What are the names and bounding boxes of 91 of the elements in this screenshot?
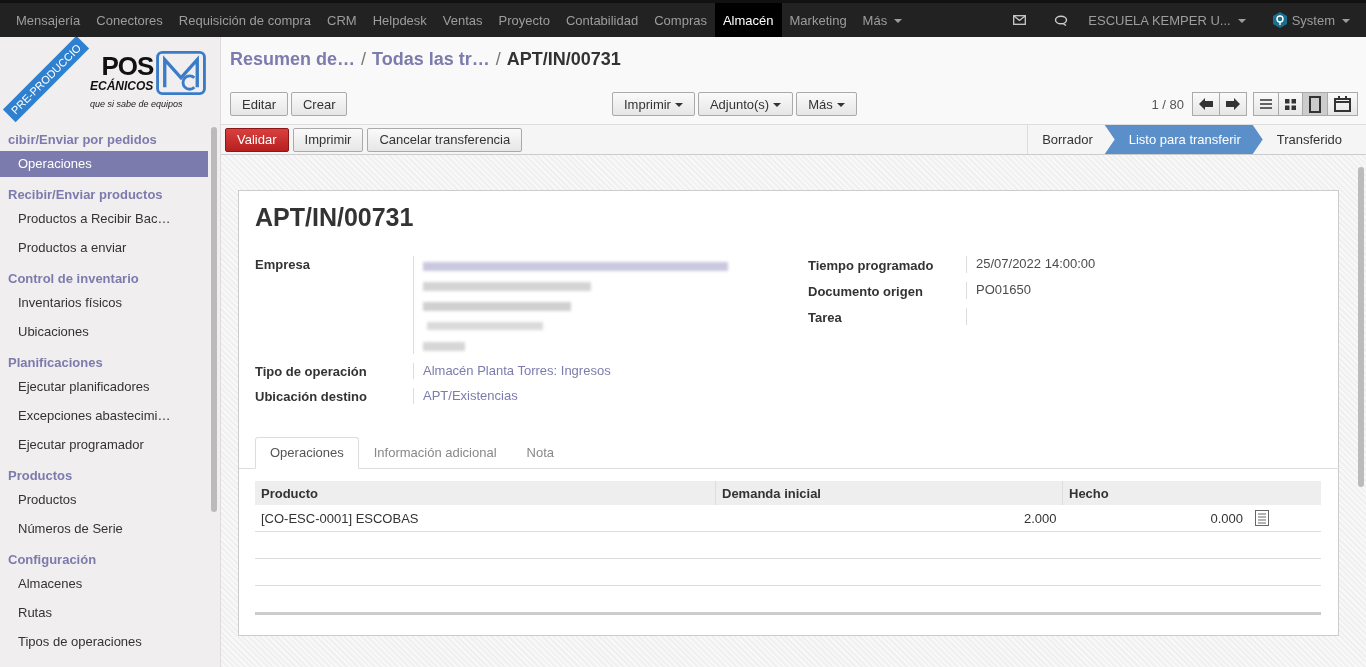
app-menu-item[interactable]: Proyecto — [490, 3, 558, 37]
app-menu-item[interactable]: Almacén — [714, 3, 782, 37]
list-view-button[interactable] — [1253, 92, 1279, 116]
logo-text: POS — [101, 53, 154, 79]
calendar-icon — [1334, 96, 1351, 112]
list-icon — [1260, 99, 1272, 109]
caret-icon — [894, 19, 903, 23]
company-switcher[interactable]: ESCUELA KEMPER U... — [1082, 3, 1252, 37]
previous-button[interactable] — [1192, 92, 1220, 116]
sidebar-item[interactable]: Ejecutar programador — [0, 432, 208, 458]
pager-counter: 1 / 80 — [1151, 96, 1184, 112]
user-menu[interactable]: System — [1291, 3, 1356, 37]
app-menu-item[interactable]: CRM — [319, 3, 365, 37]
breadcrumb-separator: / — [361, 48, 367, 70]
notebook-tab[interactable]: Operaciones — [255, 437, 359, 469]
action-button[interactable]: Crear — [290, 92, 348, 116]
field-label: Tiempo programado — [808, 256, 935, 273]
field-label: Tipo de operación — [255, 363, 368, 379]
page-icon — [1309, 95, 1321, 113]
column-header[interactable]: Hecho — [1062, 481, 1249, 505]
scrollbar[interactable] — [1358, 167, 1364, 487]
next-button[interactable] — [1220, 92, 1247, 116]
app-menu-item[interactable]: Marketing — [781, 3, 855, 37]
logo-text: ECÁNICOS — [90, 79, 154, 93]
notebook-tab[interactable]: Información adicional — [358, 437, 512, 469]
form-view-button[interactable] — [1303, 92, 1328, 116]
app-menu-item[interactable]: Contabilidad — [557, 3, 647, 37]
table-cell: [CO-ESC-0001] ESCOBAS — [255, 505, 716, 532]
app-menu-item[interactable]: Requisición de compra — [170, 3, 320, 37]
column-header[interactable]: Demanda inicial — [715, 481, 1063, 505]
app-menu-item[interactable]: Helpdesk — [364, 3, 435, 37]
sidebar-item[interactable]: Inventarios físicos — [0, 290, 208, 316]
header-button[interactable]: Imprimir — [292, 127, 364, 152]
sidebar-item[interactable]: Productos a Recibir Bac… — [0, 206, 208, 232]
app-menu-item[interactable]: Más — [854, 3, 911, 37]
sidebar-item[interactable]: Operaciones — [0, 151, 208, 177]
logo-mark-icon — [156, 51, 207, 95]
dropdown-button[interactable]: Imprimir — [612, 92, 695, 116]
dropdown-button[interactable]: Más — [796, 92, 857, 116]
dropdown-button[interactable]: Adjunto(s) — [697, 92, 794, 116]
sidebar-item[interactable]: Ubicaciones — [0, 319, 208, 345]
user-avatar-icon — [1271, 12, 1288, 28]
field-value: PO01650 — [976, 282, 1031, 297]
app-menu-item[interactable]: Conectores — [88, 3, 171, 37]
breadcrumb-current: APT/IN/00731 — [506, 48, 621, 70]
menu-section-heading[interactable]: Productos — [0, 461, 220, 487]
field-link[interactable]: APT/Existencias — [423, 388, 518, 403]
action-button[interactable]: Editar — [230, 92, 288, 116]
sidebar-item[interactable]: Ejecutar planificadores — [0, 374, 208, 400]
sidebar-item[interactable]: Excepciones abastecimi… — [0, 403, 208, 429]
menu-section-heading[interactable]: Configuración — [0, 545, 220, 571]
app-menu-item[interactable]: Compras — [646, 3, 715, 37]
arrow-right-icon — [1226, 98, 1240, 110]
field-label: Empresa — [255, 256, 311, 274]
sidebar-item[interactable]: Productos — [0, 487, 208, 513]
logo-tagline: que si sabe de equipos — [90, 98, 183, 110]
app-menu-item[interactable]: Mensajería — [0, 3, 89, 37]
menu-section-heading[interactable]: Recibir/Enviar productos — [0, 180, 220, 206]
breadcrumb-separator: / — [495, 48, 501, 70]
notebook-tab[interactable]: Nota — [511, 437, 570, 469]
grid-icon — [1285, 98, 1296, 110]
breadcrumb-link[interactable]: Resumen de… — [230, 48, 356, 70]
chat-icon[interactable] — [1054, 14, 1069, 26]
sidebar-item[interactable]: Almacenes — [0, 571, 208, 597]
scrollbar[interactable] — [211, 127, 217, 512]
sidebar-item[interactable]: Productos a enviar — [0, 235, 208, 261]
sidebar-item[interactable]: Rutas — [0, 600, 208, 626]
sidebar-item[interactable]: Tipos de operaciones — [0, 629, 208, 655]
field-label: Tarea — [808, 308, 843, 325]
breadcrumb-link[interactable]: Todas las tr… — [372, 48, 490, 70]
menu-section-heading[interactable]: Planificaciones — [0, 348, 220, 374]
menu-section-heading[interactable]: cibir/Enviar por pedidos — [0, 125, 220, 151]
header-button[interactable]: Cancelar transferencia — [367, 127, 523, 152]
mail-icon[interactable] — [1013, 15, 1027, 25]
field-label: Ubicación destino — [255, 388, 368, 404]
field-link[interactable]: Almacén Planta Torres: Ingresos — [423, 363, 611, 378]
record-title: APT/IN/00731 — [255, 203, 415, 232]
table-cell: 2.000 — [715, 505, 1063, 532]
header-button[interactable]: Validar — [225, 127, 289, 152]
kanban-view-button[interactable] — [1279, 92, 1303, 116]
arrow-left-icon — [1199, 98, 1213, 110]
field-label: Documento origen — [808, 282, 924, 299]
sidebar-item[interactable]: Números de Serie — [0, 516, 208, 542]
calendar-view-button[interactable] — [1328, 92, 1358, 116]
detail-list-icon[interactable] — [1255, 510, 1269, 526]
field-value: 25/07/2022 14:00:00 — [976, 256, 1096, 271]
app-menu-item[interactable]: Ventas — [434, 3, 491, 37]
table-cell: 0.000 — [1062, 505, 1249, 532]
menu-section-heading[interactable]: Control de inventario — [0, 264, 220, 290]
column-header[interactable]: Producto — [255, 481, 716, 505]
status-step[interactable]: Listo para transferir — [1104, 125, 1263, 154]
